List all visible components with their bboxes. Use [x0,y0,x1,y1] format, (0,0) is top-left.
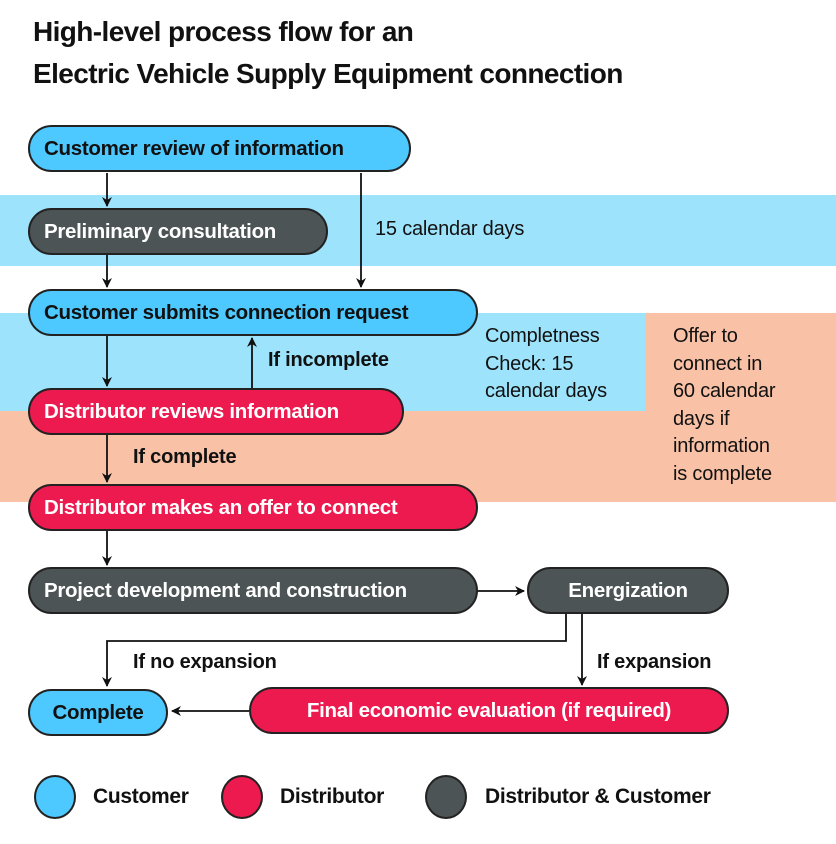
diagram-title-line-1: High-level process flow for an [33,16,414,47]
note-offer-period: Offer to connect in 60 calendar days if … [673,325,776,485]
node-complete: Complete [28,689,168,736]
legend-customer-swatch [34,775,76,819]
node-submit-request: Customer submits connection request [28,289,478,336]
node-preliminary-consultation: Preliminary consultation [28,208,328,255]
node-offer-to-connect: Distributor makes an offer to connect [28,484,478,531]
label-if-no-expansion: If no expansion [133,651,277,673]
legend-distributor-swatch [221,775,263,819]
legend-shared-swatch [425,775,467,819]
legend-shared-label: Distributor & Customer [485,785,711,808]
label-if-complete: If complete [133,446,237,468]
legend-distributor-label: Distributor [280,785,385,808]
arrow-no-expansion [102,614,567,687]
diagram-title-line-2: Electric Vehicle Supply Equipment connec… [33,58,623,89]
node-customer-review: Customer review of information [28,125,411,172]
node-final-evaluation: Final economic evaluation (if required) [249,687,729,734]
node-distributor-reviews: Distributor reviews information [28,388,404,435]
legend-customer-label: Customer [93,785,189,808]
note-completeness-check: Completness Check: 15 calendar days [485,325,607,402]
node-energization: Energization [527,567,729,614]
label-if-expansion: If expansion [597,651,712,673]
note-consultation-period: 15 calendar days [375,218,525,240]
node-project-development: Project development and construction [28,567,478,614]
label-if-incomplete: If incomplete [268,349,389,371]
